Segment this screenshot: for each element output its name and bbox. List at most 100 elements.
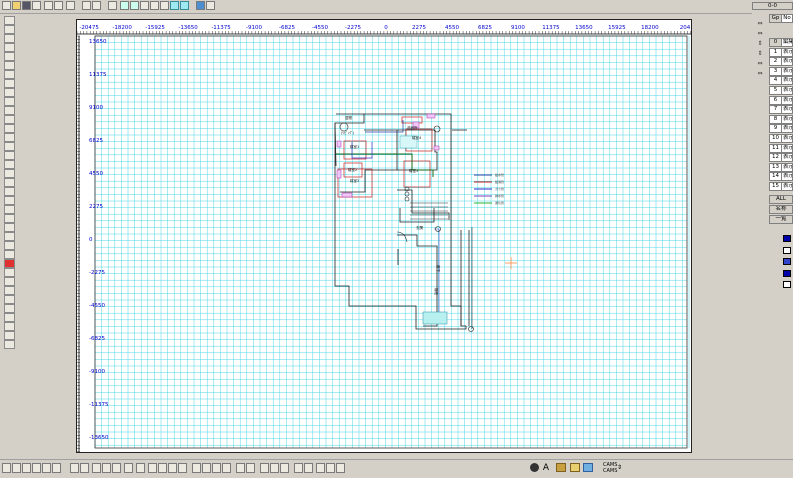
fixture-tool-button[interactable] bbox=[4, 322, 15, 331]
layer-set-tool-button[interactable] bbox=[4, 250, 15, 259]
layer-button[interactable] bbox=[196, 1, 205, 10]
polyline-tool-button[interactable] bbox=[4, 52, 15, 61]
print-button[interactable] bbox=[54, 1, 63, 10]
bottom-tool-button-12[interactable] bbox=[136, 463, 145, 473]
bottom-tool-button-27[interactable] bbox=[304, 463, 313, 473]
open-folder-button[interactable] bbox=[12, 1, 21, 10]
color-swatch[interactable] bbox=[783, 281, 791, 288]
block-tool-button[interactable] bbox=[4, 331, 15, 340]
layer-name-12[interactable]: 表示 bbox=[781, 153, 793, 163]
zoom-all-button[interactable] bbox=[150, 1, 159, 10]
bottom-tool-button-9[interactable] bbox=[102, 463, 111, 473]
bottom-tool-button-8[interactable] bbox=[92, 463, 101, 473]
property-tool-button[interactable] bbox=[4, 259, 15, 268]
bottom-tool-button-11[interactable] bbox=[124, 463, 133, 473]
layer-name-7[interactable]: 表示 bbox=[781, 105, 793, 115]
mirror-tool-button[interactable] bbox=[4, 169, 15, 178]
bottom-tool-button-20[interactable] bbox=[222, 463, 231, 473]
layer-name-3[interactable]: 表示 bbox=[781, 66, 793, 76]
spinner-arrow-icon[interactable]: ⇕ bbox=[617, 464, 622, 471]
bottom-tool-button-30[interactable] bbox=[336, 463, 345, 473]
figure-tool-button[interactable] bbox=[4, 97, 15, 106]
layer-name-13[interactable]: 表示 bbox=[781, 162, 793, 172]
zoom-window-button[interactable] bbox=[130, 1, 139, 10]
scale-tool-button[interactable] bbox=[4, 187, 15, 196]
color-swatch[interactable] bbox=[783, 246, 791, 254]
undo-button[interactable] bbox=[82, 1, 91, 10]
layer-name-8[interactable]: 表示 bbox=[781, 114, 793, 124]
layer-name-0[interactable]: 編集 bbox=[781, 38, 793, 47]
bottom-tool-button-21[interactable] bbox=[236, 463, 245, 473]
offset-tool-button[interactable] bbox=[4, 160, 15, 169]
snap-toggle-button[interactable] bbox=[180, 1, 189, 10]
zoom-in-button[interactable] bbox=[120, 1, 129, 10]
print-preview-button[interactable] bbox=[44, 1, 53, 10]
save-button[interactable] bbox=[22, 1, 31, 10]
chamfer-tool-button[interactable] bbox=[4, 151, 15, 160]
all-layers-button[interactable]: ALL bbox=[769, 195, 793, 204]
text-tool-button[interactable] bbox=[4, 70, 15, 79]
paint-icon[interactable] bbox=[570, 463, 580, 472]
layer-name-14[interactable]: 表示 bbox=[781, 172, 793, 182]
bottom-tool-button-29[interactable] bbox=[326, 463, 335, 473]
bottom-tool-button-24[interactable] bbox=[270, 463, 279, 473]
array-tool-button[interactable] bbox=[4, 205, 15, 214]
erase-tool-button[interactable] bbox=[4, 124, 15, 133]
valve-tool-button[interactable] bbox=[4, 304, 15, 313]
dimension-tool-button[interactable] bbox=[4, 79, 15, 88]
bottom-tool-button-19[interactable] bbox=[212, 463, 221, 473]
layer-name-11[interactable]: 表示 bbox=[781, 143, 793, 153]
drawing-area[interactable]: -20475 -18200 -15925 -13650 -11375 -9100 -6825… bbox=[77, 20, 691, 452]
redo-button[interactable] bbox=[92, 1, 101, 10]
color-swatch[interactable] bbox=[783, 235, 791, 242]
layer-name-4[interactable]: 表示 bbox=[781, 76, 793, 86]
floor-plan[interactable]: 居間 (ﾘﾋﾞﾝｸﾞ) 寝室1 寝室2 寝室3 寝室4 寝室5 洗面所廊下 玄関階段 bbox=[334, 113, 474, 332]
bottom-tool-button-16[interactable] bbox=[178, 463, 187, 473]
zoom-out-button[interactable] bbox=[140, 1, 149, 10]
bottom-tool-button-3[interactable] bbox=[32, 463, 41, 473]
bottom-tool-button-6[interactable] bbox=[70, 463, 79, 473]
fillet-tool-button[interactable] bbox=[4, 214, 15, 223]
paint-bucket-icon[interactable] bbox=[556, 463, 566, 472]
bottom-tool-button-26[interactable] bbox=[294, 463, 303, 473]
circle-tool-button[interactable] bbox=[4, 34, 15, 43]
bottom-tool-button-5[interactable] bbox=[52, 463, 61, 473]
measure-tool-button[interactable] bbox=[4, 241, 15, 250]
rotate-tool-button[interactable] bbox=[4, 178, 15, 187]
layer-name-6[interactable]: 表示 bbox=[781, 95, 793, 105]
bottom-tool-button-17[interactable] bbox=[192, 463, 201, 473]
name-button[interactable]: 名称 bbox=[769, 205, 793, 214]
list-button[interactable]: 一覧 bbox=[769, 215, 793, 224]
bottom-tool-button-0[interactable] bbox=[2, 463, 11, 473]
arc-tool-button[interactable] bbox=[4, 43, 15, 52]
layer-name-2[interactable]: 表示 bbox=[781, 57, 793, 67]
bottom-tool-button-18[interactable] bbox=[202, 463, 211, 473]
layer-name-9[interactable]: 表示 bbox=[781, 124, 793, 134]
hatch-tool-button[interactable] bbox=[4, 88, 15, 97]
bottom-tool-button-22[interactable] bbox=[246, 463, 255, 473]
trim-tool-button[interactable] bbox=[4, 133, 15, 142]
color-swatch[interactable] bbox=[783, 258, 791, 265]
layer-name-15[interactable]: 表示 bbox=[781, 182, 793, 191]
zoom-previous-button[interactable] bbox=[160, 1, 169, 10]
scroll-arrow-icon[interactable]: ⇕ bbox=[755, 39, 765, 48]
pipe-tool-button[interactable] bbox=[4, 295, 15, 304]
layer-name-1[interactable]: 表示 bbox=[781, 47, 793, 57]
scroll-arrow-icon[interactable]: ⇔ bbox=[755, 69, 765, 78]
extend-tool-button[interactable] bbox=[4, 142, 15, 151]
stretch-tool-button[interactable] bbox=[4, 196, 15, 205]
bottom-tool-button-13[interactable] bbox=[148, 463, 157, 473]
select-tool-button[interactable] bbox=[4, 268, 15, 277]
layer-name-5[interactable]: 表示 bbox=[781, 86, 793, 95]
point-tool-button[interactable] bbox=[4, 61, 15, 70]
new-file-button[interactable] bbox=[2, 1, 11, 10]
number-tab[interactable]: No bbox=[781, 14, 793, 23]
layer-color-icon[interactable] bbox=[583, 463, 593, 472]
bottom-tool-button-14[interactable] bbox=[158, 463, 167, 473]
bottom-tool-button-23[interactable] bbox=[260, 463, 269, 473]
scroll-arrow-icon[interactable]: ⇕ bbox=[755, 49, 765, 58]
fitting-tool-button[interactable] bbox=[4, 313, 15, 322]
scroll-arrow-icon[interactable]: ⇔ bbox=[755, 29, 765, 38]
copy-tool-button[interactable] bbox=[4, 106, 15, 115]
scroll-arrow-icon[interactable]: ⇔ bbox=[755, 19, 765, 28]
